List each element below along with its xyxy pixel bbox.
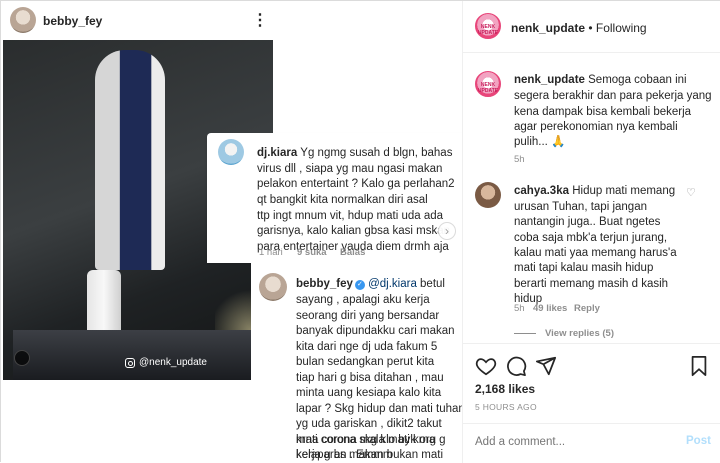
header-separator: • (585, 21, 596, 35)
comment-line: qt bangkit kita normalkan diri asal (257, 194, 428, 206)
view-replies-button[interactable]: View replies (5) (545, 328, 614, 339)
avatar-logo-text: NENK UPDATE (477, 23, 499, 36)
next-arrow-icon[interactable]: › (438, 222, 456, 240)
reply-line: krna corona mala mati krna (296, 434, 436, 446)
header-avatar[interactable]: NENK UPDATE (475, 13, 501, 39)
reel-audio-icon[interactable] (14, 350, 30, 366)
bookmark-icon[interactable] (689, 355, 709, 377)
post-comment-button[interactable]: Post (686, 435, 711, 447)
caption-line: agar perekonomian nya kembali (514, 121, 678, 133)
reply-line: kelaparan . Emmm (296, 449, 393, 461)
reply-line: banyak dipundakku cari makan (296, 325, 455, 337)
divider (463, 423, 720, 424)
comment-line: berarti memang masih d kasih (514, 278, 669, 290)
post-author-avatar[interactable] (10, 7, 36, 33)
caption-time: 5h (514, 154, 525, 165)
comment-icon[interactable] (505, 355, 527, 377)
comment-line: mati tapi kalau masih hidup (514, 262, 654, 274)
comment-first-line: cahya.3ka Hidup mati memang (514, 184, 675, 199)
reply-line: kita dari nge dj uda fakum 5 (296, 341, 438, 353)
header-author[interactable]: nenk_update (511, 21, 585, 35)
comment-line: coba saja mbk'a terjun jurang, (514, 232, 668, 244)
comment-input[interactable] (475, 433, 675, 451)
comment-text: dj.kiara Yg ngmg susah d blgn, bahas (257, 146, 457, 161)
watermark-text: @nenk_update (139, 357, 207, 368)
caption-line: segera berakhir dan para pekerja yang (514, 90, 712, 102)
comment-line: Yg ngmg susah d blgn, bahas (300, 147, 453, 159)
comment-line: garisnya, kalo kalian gbsa kasi mskan (257, 225, 451, 237)
caption-line: pulih... 🙏 (514, 136, 566, 148)
comment-line: ttp ingt mnum vit, hdup mati uda ada (257, 210, 444, 222)
reply-mention: @dj.kiara (368, 278, 417, 290)
reply-line: bulan sedangkan perut kita (296, 356, 435, 368)
header-title: nenk_update • Following (511, 21, 647, 35)
caption-author[interactable]: nenk_update (514, 74, 585, 86)
reply-line: tiap hari g bisa ditahan , mau (296, 372, 444, 384)
more-dots-icon[interactable]: ⋮ (252, 10, 268, 30)
reply-line: lapar ? Skg hidup dan mati tuhan (296, 403, 463, 415)
photo-stage (13, 330, 263, 380)
comment-line: nantangin juga.. Buat ngetes (514, 216, 661, 228)
comment-avatar[interactable] (475, 182, 501, 208)
reply-line: yg uda gariskan , dikit2 takut (296, 418, 442, 430)
heart-icon[interactable] (475, 355, 497, 377)
caption-line: kena dampak bisa kembali bekerja (514, 106, 692, 118)
reply-author-avatar (259, 273, 287, 301)
comment-line: kalau mati yaa memang harus'a (514, 247, 677, 259)
comment-screenshot-card: dj.kiara Yg ngmg susah d blgn, bahas vir… (207, 133, 462, 263)
photo-figure (95, 50, 165, 270)
avatar-logo-text: NENK UPDATE (477, 81, 499, 94)
caption-line: Semoga cobaan ini (588, 74, 687, 86)
post-sidebar: NENK UPDATE nenk_update • Following NENK… (463, 1, 720, 463)
follow-status[interactable]: Following (596, 21, 647, 35)
comment-like-heart-icon[interactable]: ♡ (686, 188, 696, 199)
reply-author: bebby_fey (296, 278, 353, 290)
commenter-avatar (218, 139, 244, 165)
reply-line: betul (416, 278, 445, 290)
comment-line: pelakon entertaint ? Kalo ga perlahan2 (257, 178, 455, 190)
comment-likes[interactable]: 49 likes (533, 303, 567, 314)
post-author-name[interactable]: bebby_fey (43, 14, 102, 28)
posted-time: 5 HOURS AGO (475, 402, 537, 412)
caption-avatar[interactable]: NENK UPDATE (475, 71, 501, 97)
likes-count[interactable]: 2,168 likes (475, 382, 535, 396)
divider (463, 343, 720, 344)
share-icon[interactable] (535, 355, 557, 377)
reply-line: seorang diri yang bersandar (296, 310, 440, 322)
divider (463, 52, 720, 53)
post-image-area: bebby_fey ⋮ @nenk_update dj.kiara Yg ngm… (1, 1, 463, 463)
comment-reply-link: Balas (340, 247, 366, 258)
reply-line: minta uang kesiapa kalo kita (296, 387, 442, 399)
comment-line: Hidup mati memang (572, 185, 676, 197)
comment-reply-button[interactable]: Reply (574, 303, 600, 314)
reply-line: sayang , apalagi aku kerja (296, 294, 430, 306)
instagram-logo-icon (125, 357, 135, 368)
comment-author[interactable]: cahya.3ka (514, 185, 569, 197)
comment-line: urusan Tuhan, tapi jangan (514, 201, 647, 213)
caption-first-line: nenk_update Semoga cobaan ini (514, 73, 687, 88)
watermark: @nenk_update (125, 357, 207, 368)
comment-line: virus dll , siapa yg mau ngasi makan (257, 163, 443, 175)
instagram-post-window: bebby_fey ⋮ @nenk_update dj.kiara Yg ngm… (0, 0, 720, 463)
view-replies-line (514, 333, 536, 334)
verified-icon: ✓ (354, 280, 365, 290)
comment-author: dj.kiara (257, 147, 298, 159)
comment-likes: 9 suka (297, 247, 327, 258)
comment-time: 5h (514, 303, 525, 314)
comment-time: 1 hari (259, 247, 283, 258)
reply-first-line: bebby_fey ✓ @dj.kiara betul (296, 277, 445, 292)
